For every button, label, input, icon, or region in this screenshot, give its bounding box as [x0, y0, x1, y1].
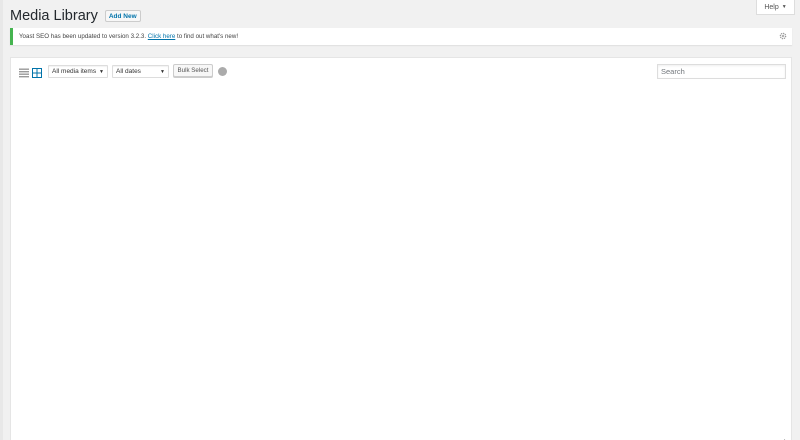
spinner-icon — [218, 67, 227, 76]
notice-text-before: Yoast SEO has been updated to version 3.… — [19, 33, 148, 40]
page-header: Media Library Add New — [10, 6, 141, 26]
update-notice: Yoast SEO has been updated to version 3.… — [10, 28, 792, 45]
mouse-cursor-icon — [783, 433, 792, 440]
date-filter[interactable]: All dates ▼ — [112, 65, 169, 78]
media-toolbar: All media items ▼ All dates ▼ Bulk Selec… — [18, 64, 786, 79]
help-tab-button[interactable]: Help ▼ — [756, 0, 795, 15]
notice-click-here-link[interactable]: Click here — [148, 33, 176, 40]
notice-text-after: to find out what's new! — [175, 33, 239, 40]
chevron-down-icon: ▼ — [99, 68, 104, 75]
date-filter-value: All dates — [116, 68, 141, 75]
add-new-button[interactable]: Add New — [104, 10, 141, 22]
search-input[interactable] — [657, 64, 786, 79]
media-type-filter-value: All media items — [52, 68, 97, 75]
page-title: Media Library — [10, 8, 98, 24]
chevron-down-icon: ▼ — [160, 68, 165, 75]
help-tab-label: Help — [764, 3, 779, 11]
list-view-icon[interactable] — [19, 65, 29, 78]
grid-view-icon[interactable] — [32, 65, 42, 78]
media-type-filter[interactable]: All media items ▼ — [48, 65, 108, 78]
dismiss-gear-icon[interactable] — [779, 32, 787, 40]
bulk-select-button[interactable]: Bulk Select — [173, 64, 213, 77]
left-edge — [0, 0, 3, 440]
media-frame: All media items ▼ All dates ▼ Bulk Selec… — [10, 57, 792, 440]
caret-down-icon: ▼ — [781, 4, 787, 10]
